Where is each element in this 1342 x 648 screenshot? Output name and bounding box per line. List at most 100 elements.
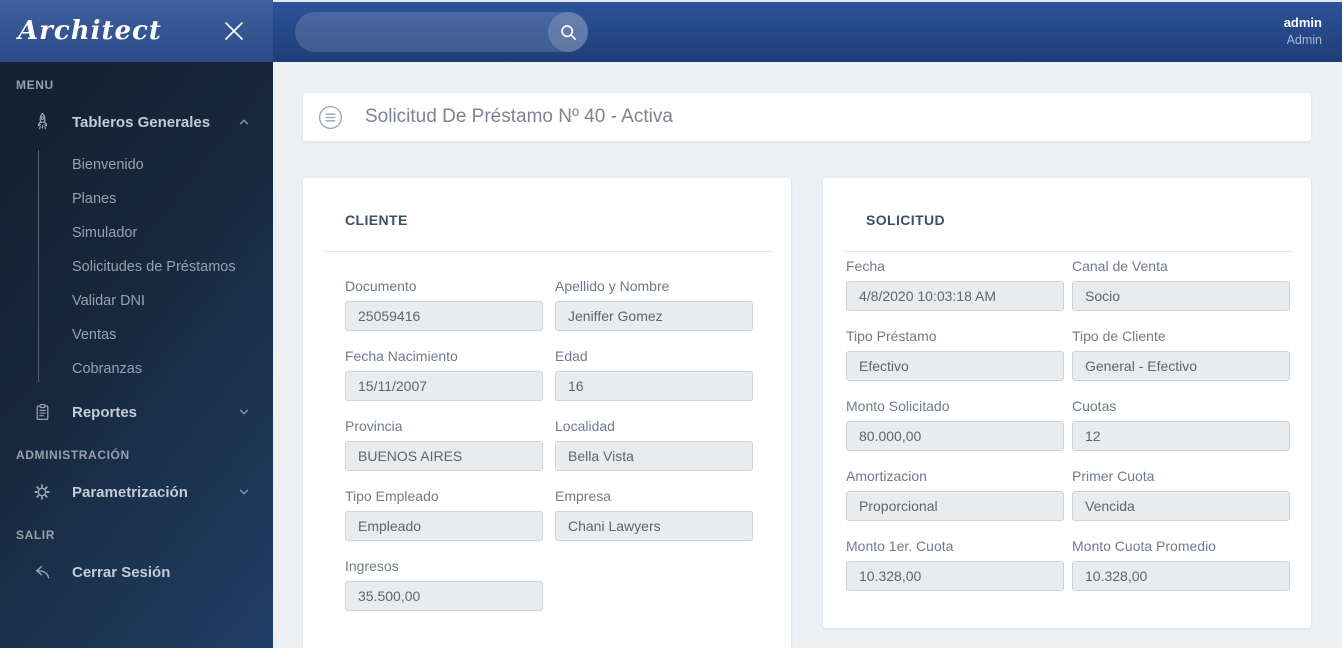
field-value-input: General - Efectivo [1072,351,1290,381]
sidebar-item-simulador[interactable]: Simulador [0,216,273,250]
field-label: Tipo Empleado [345,488,439,504]
sidebar-item-validar-dni[interactable]: Validar DNI [0,284,273,318]
field-value-input: Empleado [345,511,543,541]
field-value-input: 25059416 [345,301,543,331]
field-monto-solicitado: Monto Solicitado 80.000,00 [846,398,1064,451]
sidebar-item-cerrar-sesion[interactable]: Cerrar Sesión [0,552,273,592]
field-label: Amortizacion [846,468,927,484]
page-title: Solicitud De Préstamo Nº 40 - Activa [365,106,673,127]
menu-section-label: MENU [16,78,54,92]
field-label: Empresa [555,488,612,504]
field-tipo-empleado: Tipo Empleado Empleado [345,488,543,541]
field-label: Fecha [846,258,885,274]
user-info[interactable]: admin Admin [1284,15,1322,48]
field-value-input: Chani Lawyers [555,511,753,541]
sidebar-item-label: Tableros Generales [72,113,211,131]
field-value-input: 4/8/2020 10:03:18 AM [846,281,1064,311]
field-localidad: Localidad Bella Vista [555,418,753,471]
field-monto-1er-cuota: Monto 1er. Cuota 10.328,00 [846,538,1064,591]
field-label: Documento [345,278,417,294]
tableros-submenu: Bienvenido Planes Simulador Solicitudes … [0,142,273,392]
field-value-input: 12 [1072,421,1290,451]
field-label: Ingresos [345,558,399,574]
cards-row: CLIENTE Documento 25059416 Apellido y No… [303,178,1311,648]
administracion-section-label: ADMINISTRACIÓN [16,448,130,462]
app-logo[interactable]: Architect [18,16,162,46]
sidebar-item-planes[interactable]: Planes [0,182,273,216]
sidebar-item-label: Cerrar Sesión [72,563,171,581]
sidebar: Architect MENU Tableros Generales Bienve… [0,0,273,648]
field-label: Canal de Venta [1072,258,1168,274]
field-fecha: Fecha 4/8/2020 10:03:18 AM [846,258,1064,311]
sidebar-item-reportes[interactable]: Reportes [0,392,273,432]
clipboard-icon [32,403,52,422]
field-edad: Edad 16 [555,348,753,401]
field-label: Tipo Préstamo [846,328,937,344]
field-value-input: 80.000,00 [846,421,1064,451]
sidebar-item-bienvenido[interactable]: Bienvenido [0,148,273,182]
field-label: Localidad [555,418,615,434]
field-value-input: Efectivo [846,351,1064,381]
field-empresa: Empresa Chani Lawyers [555,488,753,541]
logout-reply-arrow-icon [32,564,52,580]
close-icon [225,22,243,40]
field-value-input: Proporcional [846,491,1064,521]
main-column: admin Admin Solicitud De Préstamo Nº 40 … [273,0,1342,648]
rocket-icon [32,112,52,132]
chevron-up-icon [237,115,251,129]
field-fecha-nacimiento: Fecha Nacimiento 15/11/2007 [345,348,543,401]
menu-circle-icon[interactable] [318,105,343,130]
sidebar-item-label: Parametrización [72,483,188,501]
cliente-fields: Documento 25059416 Apellido y Nombre Jen… [303,252,791,648]
field-label: Apellido y Nombre [555,278,670,294]
field-value-input: Vencida [1072,491,1290,521]
field-value-input: BUENOS AIRES [345,441,543,471]
sidebar-item-label: Reportes [72,403,138,421]
solicitud-fields: Fecha 4/8/2020 10:03:18 AM Canal de Vent… [823,252,1311,628]
field-tipo-de-cliente: Tipo de Cliente General - Efectivo [1072,328,1290,381]
sidebar-item-solicitudes-de-prestamos[interactable]: Solicitudes de Préstamos [0,250,273,284]
field-value-input: Socio [1072,281,1290,311]
field-value-input: 16 [555,371,753,401]
field-label: Monto Solicitado [846,398,950,414]
field-label: Provincia [345,418,403,434]
topbar: admin Admin [273,0,1342,62]
field-value-input: 10.328,00 [846,561,1064,591]
chevron-down-icon [237,485,251,499]
gear-icon [32,483,52,501]
field-label: Monto 1er. Cuota [846,538,954,554]
cliente-card: CLIENTE Documento 25059416 Apellido y No… [303,178,791,648]
field-primer-cuota: Primer Cuota Vencida [1072,468,1290,521]
search-button[interactable] [548,12,588,52]
sidebar-item-cobranzas[interactable]: Cobranzas [0,352,273,386]
field-label: Tipo de Cliente [1072,328,1166,344]
search-icon [560,24,576,40]
sidebar-header: Architect [0,0,273,62]
page-title-bar: Solicitud De Préstamo Nº 40 - Activa [303,93,1311,141]
field-value-input: 15/11/2007 [345,371,543,401]
field-provincia: Provincia BUENOS AIRES [345,418,543,471]
field-cuotas: Cuotas 12 [1072,398,1290,451]
solicitud-card: SOLICITUD Fecha 4/8/2020 10:03:18 AM Can… [823,178,1311,628]
field-label: Primer Cuota [1072,468,1155,484]
sidebar-item-tableros-generales[interactable]: Tableros Generales [0,102,273,142]
field-documento: Documento 25059416 [345,278,543,331]
user-role: Admin [1286,33,1322,48]
field-label: Monto Cuota Promedio [1072,538,1216,554]
field-value-input: Jeniffer Gomez [555,301,753,331]
salir-section-label: SALIR [16,528,55,542]
content-area: Solicitud De Préstamo Nº 40 - Activa CLI… [273,62,1342,648]
field-label: Edad [555,348,588,364]
sidebar-close-button[interactable] [221,18,247,44]
sidebar-item-parametrizacion[interactable]: Parametrización [0,472,273,512]
chevron-down-icon [237,405,251,419]
field-monto-cuota-promedio: Monto Cuota Promedio 10.328,00 [1072,538,1290,591]
field-value-input: 10.328,00 [1072,561,1290,591]
field-canal-de-venta: Canal de Venta Socio [1072,258,1290,311]
field-label: Fecha Nacimiento [345,348,458,364]
field-label: Cuotas [1072,398,1117,414]
field-ingresos: Ingresos 35.500,00 [345,558,543,611]
search-input[interactable] [295,12,588,52]
field-amortizacion: Amortizacion Proporcional [846,468,1064,521]
sidebar-item-ventas[interactable]: Ventas [0,318,273,352]
